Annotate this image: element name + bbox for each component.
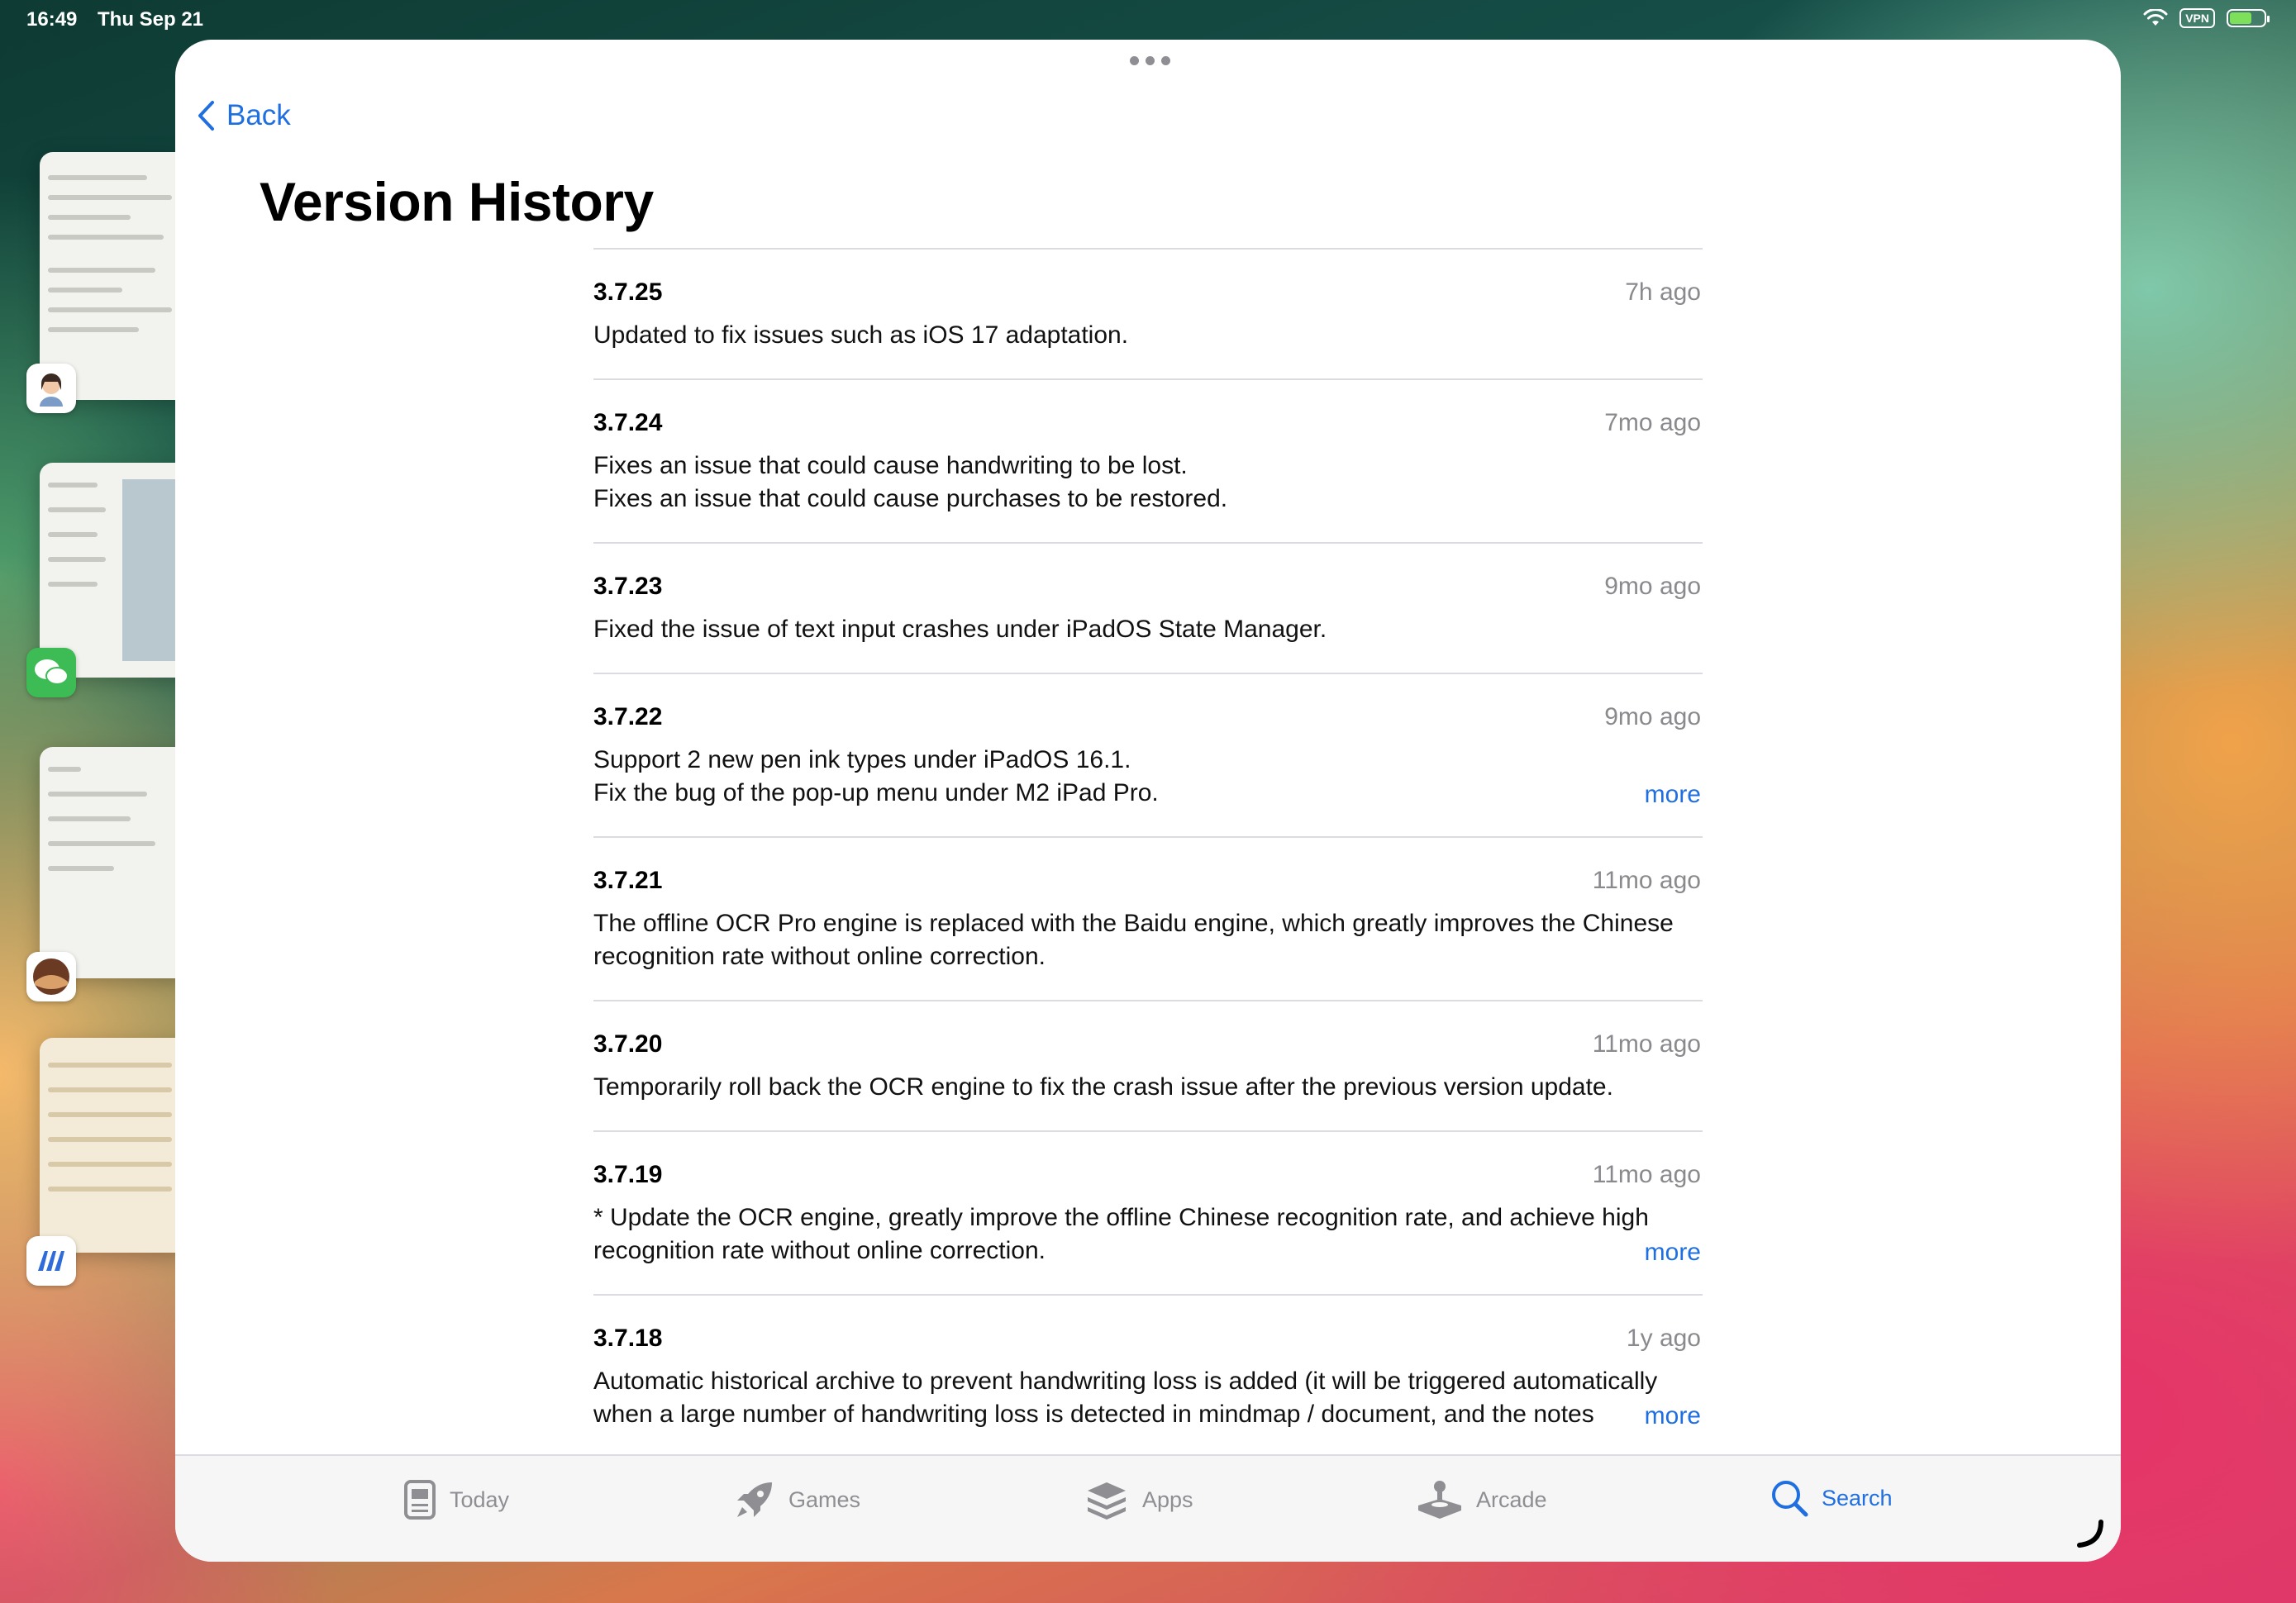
release-notes: Fixed the issue of text input crashes un… <box>593 613 1703 646</box>
tab-games[interactable]: Games <box>734 1479 860 1520</box>
version-number: 3.7.22 <box>593 703 663 730</box>
version-entry: 3.7.21 11mo ago The offline OCR Pro engine… <box>593 836 1703 1000</box>
vpn-badge: VPN <box>2179 8 2215 28</box>
back-label: Back <box>226 99 291 131</box>
apps-stack-icon <box>1088 1482 1126 1520</box>
wechat-app-icon[interactable] <box>26 648 76 697</box>
multitasking-grabber[interactable] <box>1130 56 1170 65</box>
version-number: 3.7.25 <box>593 278 663 306</box>
joystick-icon <box>1418 1481 1461 1519</box>
release-notes: The offline OCR Pro engine is replaced w… <box>593 907 1703 973</box>
status-icons: VPN <box>2143 8 2270 28</box>
version-date: 9mo ago <box>1604 573 1701 600</box>
more-link[interactable]: more <box>1619 1236 1701 1269</box>
version-entry: 3.7.25 7h ago Updated to fix issues such a… <box>593 248 1703 378</box>
release-notes: Fixes an issue that could cause handwrit… <box>593 450 1703 516</box>
release-note-line: Fixed the issue of text input crashes un… <box>593 616 1327 643</box>
status-date: Thu Sep 21 <box>98 8 204 31</box>
release-note-line: Temporarily roll back the OCR engine to … <box>593 1073 1613 1101</box>
today-icon <box>404 1480 436 1520</box>
version-date: 1y ago <box>1626 1325 1701 1352</box>
status-time: 16:49 <box>26 8 78 31</box>
release-note-line: Fix the bug of the pop-up menu under M2 … <box>593 779 1159 806</box>
version-number: 3.7.21 <box>593 867 663 894</box>
tab-search[interactable]: Search <box>1770 1479 1893 1517</box>
version-entry: 3.7.23 9mo ago Fixed the issue of text inp… <box>593 542 1703 673</box>
release-notes: Updated to fix issues such as iOS 17 ada… <box>593 319 1703 352</box>
version-entry: 3.7.19 11mo ago * Update the OCR engine, g… <box>593 1130 1703 1294</box>
tab-today[interactable]: Today <box>403 1479 509 1520</box>
version-entry: 3.7.20 11mo ago Temporarily roll back the … <box>593 1000 1703 1130</box>
release-notes: * Update the OCR engine, greatly improve… <box>593 1201 1703 1268</box>
release-note-line: Fixes an issue that could cause purchase… <box>593 485 1228 512</box>
release-note-line: The offline OCR Pro engine is replaced w… <box>593 910 1674 937</box>
desert-app-icon[interactable] <box>26 952 76 1001</box>
tab-arcade[interactable]: Arcade <box>1417 1479 1547 1520</box>
wifi-icon <box>2143 9 2168 26</box>
m-app-icon[interactable] <box>26 1236 76 1286</box>
version-number: 3.7.23 <box>593 573 663 600</box>
switcher-app-preview-wechat[interactable] <box>40 463 188 678</box>
version-date: 7h ago <box>1625 278 1701 306</box>
switcher-app-preview-notes[interactable] <box>40 152 188 400</box>
page-title: Version History <box>260 171 654 232</box>
release-note-line: Fixes an issue that could cause handwrit… <box>593 452 1188 479</box>
release-note-line: when a large number of handwriting loss … <box>593 1401 1594 1428</box>
tab-label: Apps <box>1142 1486 1193 1512</box>
version-number: 3.7.20 <box>593 1030 663 1058</box>
battery-icon <box>2227 9 2270 27</box>
status-bar: 16:49 Thu Sep 21 VPN <box>0 0 2296 40</box>
release-note-line: Support 2 new pen ink types under iPadOS… <box>593 746 1131 773</box>
release-note-line: Automatic historical archive to prevent … <box>593 1368 1658 1395</box>
back-button[interactable]: Back <box>197 99 291 132</box>
version-number: 3.7.19 <box>593 1161 663 1188</box>
release-note-line: Updated to fix issues such as iOS 17 ada… <box>593 321 1129 349</box>
tab-label: Arcade <box>1476 1486 1547 1512</box>
switcher-app-preview-browser[interactable] <box>40 747 188 978</box>
release-note-line: recognition rate without online correcti… <box>593 1237 1046 1264</box>
tab-bar: Today Games Apps Arcade Search <box>175 1454 2121 1562</box>
release-note-line: recognition rate without online correcti… <box>593 943 1046 970</box>
version-date: 7mo ago <box>1604 409 1701 436</box>
release-note-line: * Update the OCR engine, greatly improve… <box>593 1204 1649 1231</box>
app-store-window: Back Version History 3.7.25 7h ago Updated… <box>175 40 2121 1562</box>
release-notes: Temporarily roll back the OCR engine to … <box>593 1071 1703 1104</box>
more-link[interactable]: more <box>1619 1400 1701 1433</box>
version-date: 11mo ago <box>1592 867 1701 894</box>
version-number: 3.7.18 <box>593 1325 663 1352</box>
tab-label: Games <box>788 1486 861 1512</box>
avatar-app-icon[interactable] <box>26 364 76 413</box>
version-date: 9mo ago <box>1604 703 1701 730</box>
version-date: 11mo ago <box>1592 1161 1701 1188</box>
release-notes: Automatic historical archive to prevent … <box>593 1365 1703 1431</box>
tab-label: Search <box>1822 1485 1893 1510</box>
release-notes: Support 2 new pen ink types under iPadOS… <box>593 744 1703 810</box>
version-entry: 3.7.24 7mo ago Fixes an issue that could c… <box>593 378 1703 542</box>
resize-corner-icon[interactable] <box>2076 1519 2106 1548</box>
tab-label: Today <box>450 1486 510 1512</box>
chevron-left-icon <box>198 101 214 131</box>
version-date: 11mo ago <box>1592 1030 1701 1058</box>
tab-apps[interactable]: Apps <box>1084 1479 1193 1520</box>
version-entry: 3.7.22 9mo ago Support 2 new pen ink types… <box>593 673 1703 836</box>
switcher-app-preview-sheet[interactable] <box>40 1038 188 1253</box>
rocket-icon <box>737 1482 772 1517</box>
version-number: 3.7.24 <box>593 409 663 436</box>
search-icon <box>1772 1481 1808 1517</box>
version-history-list[interactable]: 3.7.25 7h ago Updated to fix issues such a… <box>593 248 1703 1496</box>
version-entry: 3.7.18 1y ago Automatic historical archive… <box>593 1294 1703 1458</box>
more-link[interactable]: more <box>1619 778 1701 811</box>
